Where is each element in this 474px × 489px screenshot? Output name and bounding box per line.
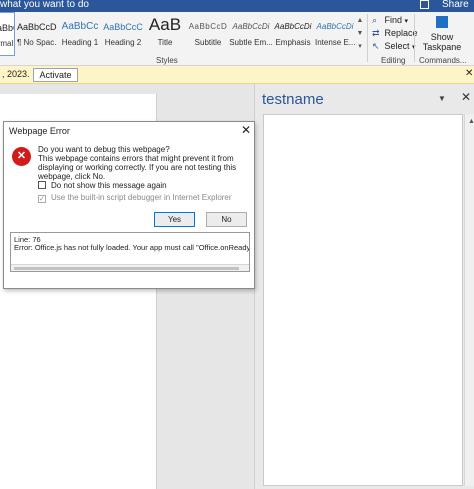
horizontal-scrollbar[interactable]	[11, 264, 249, 271]
style-heading-1[interactable]: AaBbCc Heading 1	[59, 12, 101, 56]
script-debugger-checkbox: ✓ Use the built-in script debugger in Int…	[38, 193, 232, 203]
replace-icon: ⇄	[372, 28, 380, 38]
notification-bar: , 2023. Activate ✕	[0, 66, 474, 84]
select-arrow-icon: ↖	[372, 41, 380, 51]
close-icon[interactable]: ✕	[465, 68, 473, 79]
share-button[interactable]: Share	[414, 0, 474, 11]
task-pane: testname ▼ ✕ ▲	[254, 84, 474, 489]
ribbon-divider	[367, 14, 368, 62]
chevron-down-icon[interactable]: ▼	[438, 94, 446, 103]
dialog-question: Do you want to debug this webpage?	[38, 145, 170, 154]
activate-button[interactable]: Activate	[33, 68, 78, 82]
webpage-error-dialog: Webpage Error ✕ ✕ Do you want to debug t…	[3, 121, 255, 289]
close-icon[interactable]: ✕	[241, 123, 251, 137]
style-emphasis[interactable]: AaBbCcDi Emphasis	[273, 12, 313, 56]
styles-gallery-scroll[interactable]: ▲ ▼ ▾	[355, 14, 365, 54]
task-pane-title: testname	[262, 91, 324, 108]
error-icon: ✕	[12, 147, 31, 166]
style-intense-emphasis[interactable]: AaBbCcDi Intense E...	[315, 12, 355, 56]
chevron-up-icon[interactable]: ▲	[355, 14, 365, 27]
close-icon[interactable]: ✕	[461, 90, 471, 104]
share-icon	[420, 0, 429, 9]
task-pane-content[interactable]	[263, 114, 463, 486]
ribbon: aBbCcDc rmal AaBbCcDc ¶ No Spac... AaBbC…	[0, 12, 474, 66]
replace-button[interactable]: ⇄ Replace	[372, 28, 418, 40]
addin-icon	[436, 16, 448, 28]
dialog-body: This webpage contains errors that might …	[38, 154, 237, 181]
scroll-up-icon[interactable]: ▲	[468, 118, 474, 125]
task-pane-scrollbar[interactable]: ▲	[464, 114, 474, 486]
checkbox-unchecked-icon	[38, 181, 46, 189]
details-line: Error: Office.js has not fully loaded. Y…	[14, 243, 250, 252]
checkbox-checked-icon: ✓	[38, 195, 46, 203]
ribbon-divider	[414, 14, 415, 62]
select-button[interactable]: ↖ Select ▾	[372, 41, 416, 53]
dialog-message: Do you want to debug this webpage? This …	[38, 145, 252, 181]
styles-group-label: Styles	[156, 56, 178, 65]
style-normal[interactable]: aBbCcDc rmal	[0, 12, 15, 56]
tell-me-box[interactable]: what you want to do	[0, 0, 89, 10]
scrollbar-thumb[interactable]	[14, 267, 239, 270]
search-icon: ⌕	[372, 15, 378, 25]
gallery-more-icon[interactable]: ▾	[355, 40, 365, 53]
style-subtle-emphasis[interactable]: AaBbCcDi Subtle Em...	[229, 12, 273, 56]
title-bar: what you want to do Share	[0, 0, 474, 12]
style-subtitle[interactable]: AaBbCcD Subtitle	[187, 12, 229, 56]
yes-button[interactable]: Yes	[154, 212, 195, 227]
style-no-spacing[interactable]: AaBbCcDc ¶ No Spac...	[17, 12, 57, 56]
notification-text: , 2023.	[2, 69, 30, 79]
error-details-box[interactable]: Line: 76 Error: Office.js has not fully …	[10, 232, 250, 272]
chevron-down-icon[interactable]: ▼	[355, 27, 365, 40]
chevron-down-icon: ▾	[404, 18, 409, 25]
editing-group-label: Editing	[381, 56, 406, 65]
style-title[interactable]: AaB Title	[145, 12, 185, 56]
find-button[interactable]: ⌕ Find ▾	[372, 15, 408, 27]
dont-show-checkbox[interactable]: Do not show this message again	[38, 181, 167, 191]
show-taskpane-button[interactable]: Show Taskpane	[416, 16, 468, 52]
dialog-title: Webpage Error	[9, 126, 70, 136]
commands-group-label: Commands...	[419, 56, 467, 65]
share-label: Share	[442, 0, 469, 10]
style-heading-2[interactable]: AaBbCcC Heading 2	[101, 12, 145, 56]
no-button[interactable]: No	[206, 212, 247, 227]
